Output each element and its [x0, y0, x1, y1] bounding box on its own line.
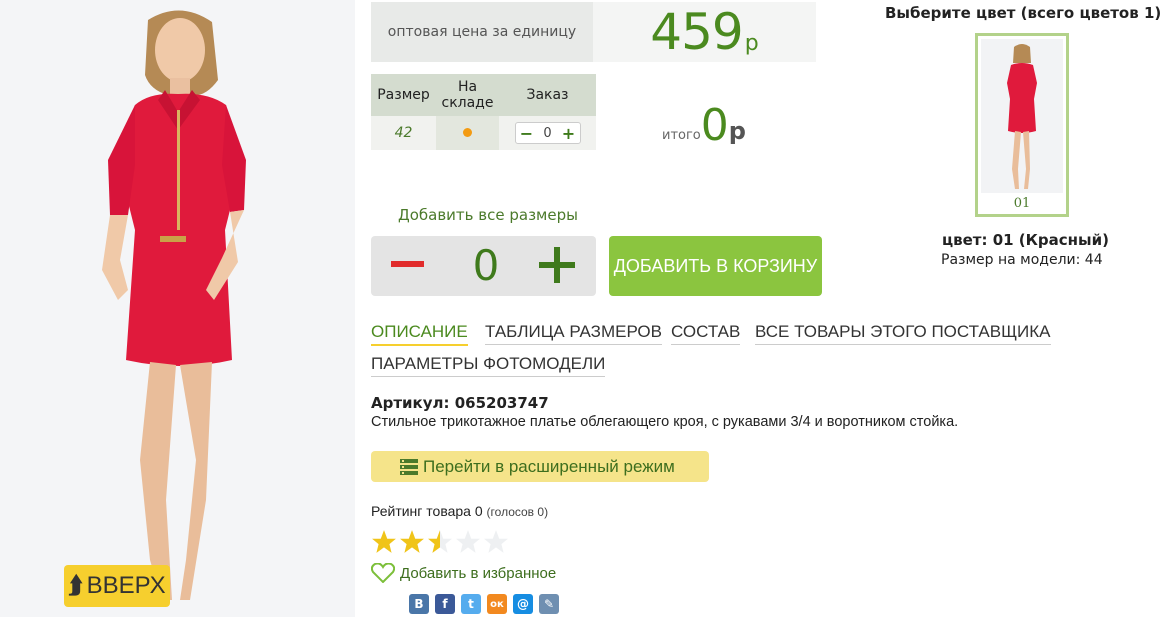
- rating-stars[interactable]: [371, 527, 512, 555]
- color-thumbnail-image: [981, 39, 1063, 193]
- extended-mode-button[interactable]: Перейти в расширенный режим: [371, 451, 709, 482]
- quantity-stepper[interactable]: − 0 +: [514, 122, 581, 144]
- plus-button[interactable]: [539, 247, 575, 283]
- decrement-button[interactable]: −: [520, 124, 534, 143]
- order-header: Заказ: [499, 74, 596, 116]
- add-all-sizes-link[interactable]: Добавить все размеры: [398, 206, 578, 224]
- color-selection-title: Выберите цвет (всего цветов 1): [885, 4, 1162, 22]
- table-row: 42 − 0 +: [371, 116, 596, 150]
- order-cell: − 0 +: [499, 116, 596, 150]
- livejournal-icon[interactable]: ✎: [539, 594, 559, 614]
- price-value: 459 р: [593, 2, 816, 62]
- color-thumbnail[interactable]: 01: [975, 33, 1069, 217]
- facebook-icon[interactable]: f: [435, 594, 455, 614]
- twitter-icon[interactable]: t: [461, 594, 481, 614]
- order-total: итого 0 р: [662, 100, 746, 151]
- tab-composition[interactable]: СОСТАВ: [671, 322, 741, 345]
- star-half-icon[interactable]: [427, 529, 453, 555]
- model-size: Размер на модели: 44: [941, 252, 1103, 268]
- article-number: Артикул: 065203747: [371, 394, 549, 412]
- quantity-selector: 0: [371, 236, 596, 296]
- social-share: В f t ок @ ✎: [409, 594, 565, 614]
- arrow-up-icon: ⮭: [68, 572, 83, 599]
- tab-size-chart[interactable]: ТАБЛИЦА РАЗМЕРОВ: [485, 322, 662, 345]
- stock-cell: [436, 116, 499, 150]
- tab-supplier-products[interactable]: ВСЕ ТОВАРЫ ЭТОГО ПОСТАВЩИКА: [755, 322, 1051, 345]
- vk-icon[interactable]: В: [409, 594, 429, 614]
- product-photo[interactable]: [0, 0, 355, 617]
- back-to-top-button[interactable]: ⮭ ВВЕРХ: [64, 565, 170, 607]
- minus-button[interactable]: [391, 261, 424, 267]
- heart-icon: [371, 563, 395, 583]
- tab-description[interactable]: ОПИСАНИЕ: [371, 322, 468, 346]
- size-header: Размер: [371, 74, 436, 116]
- size-cell: 42: [371, 116, 436, 150]
- model-illustration: [0, 0, 355, 617]
- rating-text: Рейтинг товара 0 (голосов 0): [371, 503, 549, 519]
- size-table: Размер На складе Заказ 42 − 0 +: [371, 74, 596, 150]
- color-code: 01: [1013, 196, 1031, 211]
- stock-header: На складе: [436, 74, 499, 116]
- product-description: Стильное трикотажное платье облегающего …: [371, 414, 959, 430]
- star-icon[interactable]: [399, 529, 425, 555]
- increment-button[interactable]: +: [562, 124, 576, 143]
- stepper-value[interactable]: 0: [534, 126, 562, 141]
- model-thumbnail-illustration: [981, 39, 1063, 193]
- price-label: оптовая цена за единицу: [371, 2, 593, 62]
- star-empty-icon[interactable]: [483, 529, 509, 555]
- add-to-cart-button[interactable]: ДОБАВИТЬ В КОРЗИНУ: [609, 236, 822, 296]
- list-icon: [400, 459, 418, 475]
- star-icon[interactable]: [371, 529, 397, 555]
- odnoklassniki-icon[interactable]: ок: [487, 594, 507, 614]
- quantity-value[interactable]: 0: [466, 236, 506, 296]
- tab-model-params[interactable]: ПАРАМЕТРЫ ФОТОМОДЕЛИ: [371, 354, 606, 377]
- add-to-favorites-link[interactable]: Добавить в избранное: [371, 563, 556, 583]
- mailru-icon[interactable]: @: [513, 594, 533, 614]
- in-stock-indicator: [463, 128, 472, 137]
- star-empty-icon[interactable]: [455, 529, 481, 555]
- selected-color: цвет: 01 (Красный): [942, 231, 1109, 249]
